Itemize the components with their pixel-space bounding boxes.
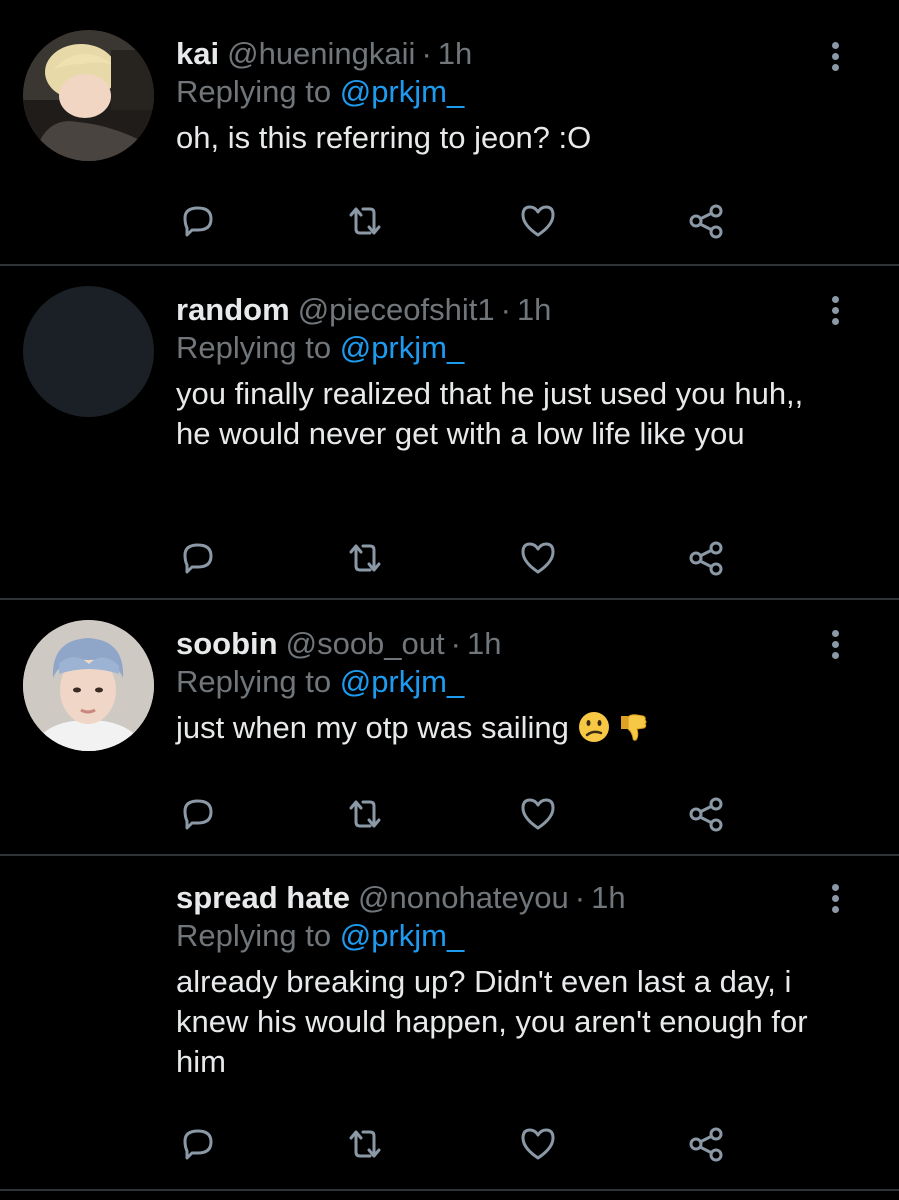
like-icon[interactable] (516, 199, 560, 243)
more-options-icon[interactable] (829, 296, 841, 326)
separator: · (421, 36, 432, 71)
reply-icon[interactable] (176, 536, 220, 580)
tweet-text-wrapper: just when my otp was sailing (176, 708, 836, 754)
retweet-icon[interactable] (343, 1122, 387, 1166)
tweet-header: soobin @soob_out · 1h (176, 624, 846, 664)
avatar-photo (23, 30, 154, 161)
replying-to-line: Replying to @prkjm_ (176, 916, 846, 956)
tweet-header: kai @hueningkaii · 1h (176, 34, 846, 74)
tweet-text: oh, is this referring to jeon? :O (176, 120, 592, 155)
separator: · (574, 880, 586, 915)
tweet-content: random @pieceofshit1 · 1h Replying to @prkj… (176, 290, 846, 454)
thumbs-down-emoji (615, 710, 649, 754)
display-name[interactable]: random (176, 292, 290, 327)
separator: · (450, 626, 461, 661)
avatar[interactable] (23, 286, 154, 417)
tweet-header: spread hate @nonohateyou · 1h (176, 878, 846, 918)
replying-to-mention[interactable]: @prkjm_ (340, 664, 464, 699)
timestamp[interactable]: 1h (591, 880, 625, 915)
replying-prefix: Replying to (176, 918, 332, 953)
replying-to-mention[interactable]: @prkjm_ (340, 74, 464, 109)
like-icon[interactable] (516, 536, 560, 580)
retweet-icon[interactable] (343, 536, 387, 580)
user-handle[interactable]: @pieceofshit1 (298, 292, 495, 327)
avatar[interactable] (23, 30, 154, 161)
replying-to-line: Replying to @prkjm_ (176, 662, 846, 702)
confused-face-emoji (577, 710, 611, 754)
tweet-actions (176, 792, 736, 836)
avatar[interactable] (23, 620, 154, 751)
more-options-icon[interactable] (829, 884, 841, 914)
like-icon[interactable] (516, 792, 560, 836)
share-icon[interactable] (684, 792, 728, 836)
tweet-text: just when my otp was sailing (176, 710, 569, 745)
retweet-icon[interactable] (343, 199, 387, 243)
display-name[interactable]: kai (176, 36, 219, 71)
replying-prefix: Replying to (176, 330, 332, 365)
replying-prefix: Replying to (176, 74, 332, 109)
tweet[interactable]: kai @hueningkaii · 1h Replying to @prkjm_ o… (0, 0, 899, 266)
reply-feed: kai @hueningkaii · 1h Replying to @prkjm_ o… (0, 0, 899, 1200)
tweet-actions (176, 199, 736, 243)
tweet[interactable]: soobin @soob_out · 1h Replying to @prkjm_ j… (0, 600, 899, 856)
tweet-actions (176, 1122, 736, 1166)
tweet-content: spread hate @nonohateyou · 1h Replying to @… (176, 878, 846, 1082)
share-icon[interactable] (684, 1122, 728, 1166)
replying-to-line: Replying to @prkjm_ (176, 72, 846, 112)
avatar-photo (23, 620, 154, 751)
user-handle[interactable]: @nonohateyou (358, 880, 569, 915)
tweet-text: already breaking up? Didn't even last a … (176, 964, 808, 1079)
more-options-icon[interactable] (829, 42, 841, 72)
share-icon[interactable] (684, 199, 728, 243)
separator: · (500, 292, 511, 327)
timestamp[interactable]: 1h (438, 36, 472, 71)
tweet[interactable]: spread hate @nonohateyou · 1h Replying to @… (0, 856, 899, 1191)
replying-to-mention[interactable]: @prkjm_ (340, 918, 464, 953)
replying-prefix: Replying to (176, 664, 332, 699)
retweet-icon[interactable] (343, 792, 387, 836)
display-name[interactable]: soobin (176, 626, 278, 661)
timestamp[interactable]: 1h (467, 626, 501, 661)
display-name[interactable]: spread hate (176, 880, 350, 915)
replying-to-line: Replying to @prkjm_ (176, 328, 846, 368)
reply-icon[interactable] (176, 1122, 220, 1166)
more-options-icon[interactable] (829, 630, 841, 660)
like-icon[interactable] (516, 1122, 560, 1166)
tweet-content: soobin @soob_out · 1h Replying to @prkjm_ j… (176, 624, 846, 754)
tweet-header: random @pieceofshit1 · 1h (176, 290, 846, 330)
tweet[interactable]: random @pieceofshit1 · 1h Replying to @prkj… (0, 266, 899, 600)
tweet-text: you finally realized that he just used y… (176, 376, 804, 451)
replying-to-mention[interactable]: @prkjm_ (340, 330, 464, 365)
timestamp[interactable]: 1h (517, 292, 551, 327)
reply-icon[interactable] (176, 199, 220, 243)
tweet-actions (176, 536, 736, 580)
user-handle[interactable]: @soob_out (286, 626, 445, 661)
user-handle[interactable]: @hueningkaii (227, 36, 415, 71)
tweet-content: kai @hueningkaii · 1h Replying to @prkjm_ o… (176, 34, 846, 158)
reply-icon[interactable] (176, 792, 220, 836)
share-icon[interactable] (684, 536, 728, 580)
